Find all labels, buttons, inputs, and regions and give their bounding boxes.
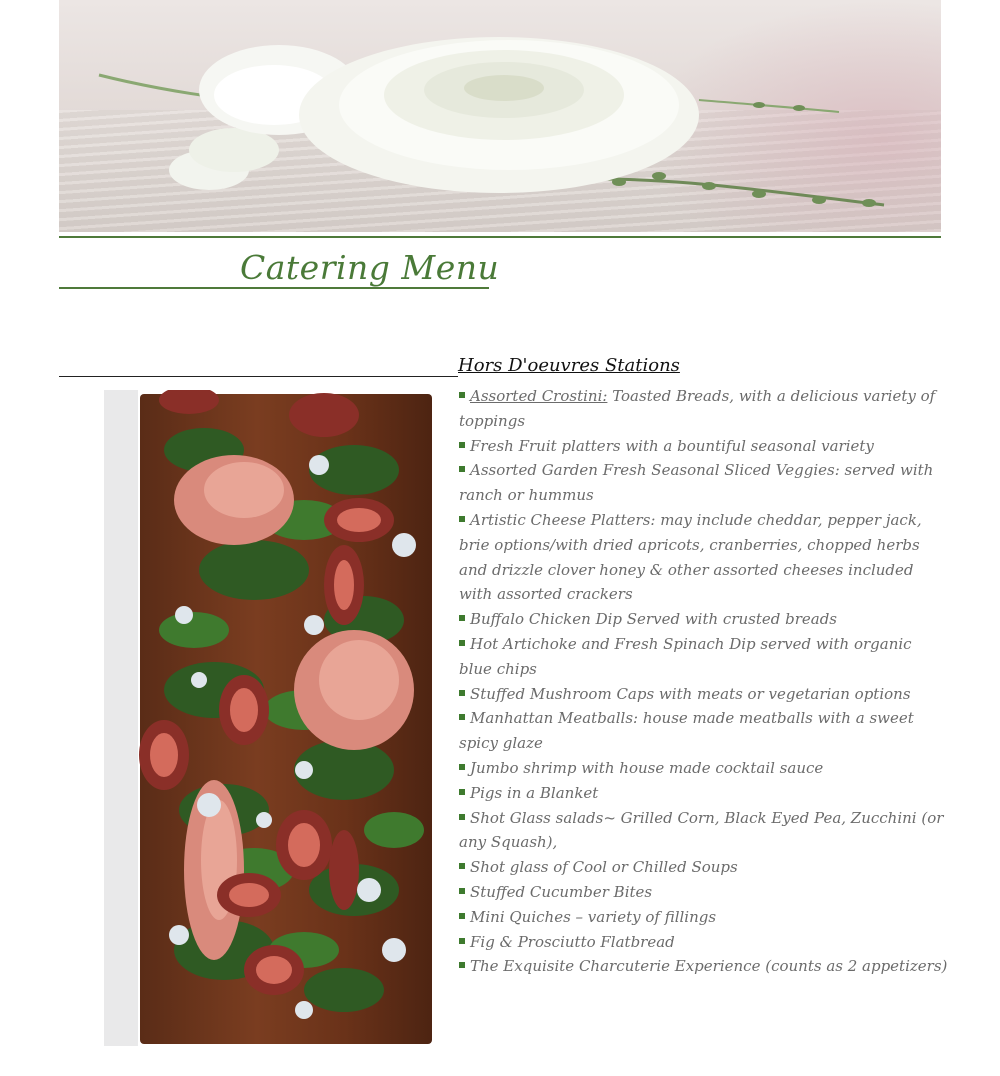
bullet-icon <box>459 887 465 894</box>
menu-item-text: Shot Glass salads~ Grilled Corn, Black E… <box>459 808 944 852</box>
bullet-icon <box>459 714 465 721</box>
salad-photo <box>104 390 440 1046</box>
header-divider <box>59 236 941 238</box>
menu-item-text: Artistic Cheese Platters: may include ch… <box>459 510 922 604</box>
bullet-icon <box>459 912 465 919</box>
menu-item-text: Stuffed Mushroom Caps with meats or vege… <box>470 684 911 703</box>
menu-item: Buffalo Chicken Dip Served with crusted … <box>459 607 949 632</box>
menu-item-text: Jumbo shrimp with house made cocktail sa… <box>470 758 824 777</box>
menu-item-text: Hot Artichoke and Fresh Spinach Dip serv… <box>459 634 912 678</box>
menu-item: Fresh Fruit platters with a bountiful se… <box>459 434 949 459</box>
banner-image <box>59 0 941 232</box>
bullet-icon <box>459 863 465 870</box>
menu-item: Stuffed Cucumber Bites <box>459 880 949 905</box>
menu-item: Shot Glass salads~ Grilled Corn, Black E… <box>459 806 949 856</box>
flower-illustration <box>98 37 885 207</box>
bullet-icon <box>459 763 465 770</box>
menu-item-text: Pigs in a Blanket <box>470 783 599 802</box>
salad-illustration <box>139 390 424 1019</box>
menu-item-text: Buffalo Chicken Dip Served with crusted … <box>470 610 838 629</box>
menu-item: Fig & Prosciutto Flatbread <box>459 930 949 955</box>
menu-item-text: Mini Quiches – variety of fillings <box>470 907 717 926</box>
bullet-icon <box>459 639 465 646</box>
menu-item: Pigs in a Blanket <box>459 781 949 806</box>
menu-item-text: Stuffed Cucumber Bites <box>470 882 653 901</box>
menu-item: Manhattan Meatballs: house made meatball… <box>459 706 949 756</box>
menu-item-text: Fig & Prosciutto Flatbread <box>470 932 675 951</box>
menu-item-text: Assorted Garden Fresh Seasonal Sliced Ve… <box>459 461 934 505</box>
page-title: Catering Menu <box>240 248 500 287</box>
menu-item: Mini Quiches – variety of fillings <box>459 905 949 930</box>
title-underline <box>59 287 489 289</box>
menu-item-text: Shot glass of Cool or Chilled Soups <box>470 858 738 877</box>
menu-item: Artistic Cheese Platters: may include ch… <box>459 508 949 607</box>
bullet-icon <box>459 515 465 522</box>
menu-item: Shot glass of Cool or Chilled Soups <box>459 855 949 880</box>
menu-item: Jumbo shrimp with house made cocktail sa… <box>459 756 949 781</box>
menu-list: Assorted Crostini: Toasted Breads, with … <box>459 384 949 979</box>
bullet-icon <box>459 788 465 795</box>
section-heading: Hors D'oeuvres Stations <box>458 355 680 376</box>
menu-item: Assorted Garden Fresh Seasonal Sliced Ve… <box>459 458 949 508</box>
bullet-icon <box>459 689 465 696</box>
menu-item-text: Fresh Fruit platters with a bountiful se… <box>470 436 874 455</box>
bullet-icon <box>459 441 465 448</box>
menu-item: Stuffed Mushroom Caps with meats or vege… <box>459 682 949 707</box>
menu-item: Hot Artichoke and Fresh Spinach Dip serv… <box>459 632 949 682</box>
menu-item-text: The Exquisite Charcuterie Experience (co… <box>470 957 948 976</box>
bullet-icon <box>459 392 465 398</box>
bullet-icon <box>459 962 465 969</box>
bullet-icon <box>459 937 465 944</box>
bullet-icon <box>459 813 465 820</box>
menu-item-lead: Assorted Crostini: <box>470 387 608 405</box>
section-divider <box>59 376 458 377</box>
menu-item: Assorted Crostini: Toasted Breads, with … <box>459 384 949 434</box>
menu-item-text: Manhattan Meatballs: house made meatball… <box>459 709 914 753</box>
menu-item: The Exquisite Charcuterie Experience (co… <box>459 954 949 979</box>
bullet-icon <box>459 466 465 473</box>
bullet-icon <box>459 615 465 622</box>
